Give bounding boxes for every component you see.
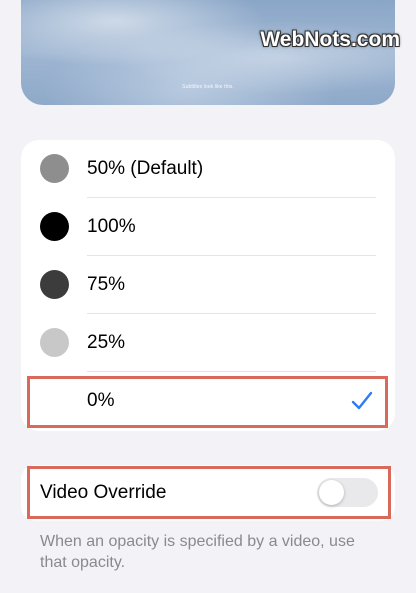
option-label: 75% <box>87 274 126 295</box>
option-25[interactable]: 25% <box>21 314 395 372</box>
preview-subtitle-text: Subtitles look like this. <box>182 84 234 90</box>
option-label: 100% <box>87 216 136 237</box>
toggle-knob <box>319 480 344 505</box>
option-0[interactable]: 0% <box>21 372 395 430</box>
option-75[interactable]: 75% <box>21 256 395 314</box>
option-50-default[interactable]: 50% (Default) <box>21 140 395 198</box>
video-override-footnote: When an opacity is specified by a video,… <box>40 533 355 571</box>
swatch-light-gray-icon <box>40 328 69 357</box>
video-override-row: Video Override <box>21 465 395 521</box>
option-label: 0% <box>87 390 115 411</box>
opacity-options-list: 50% (Default) 100% 75% 25% 0% <box>21 140 395 431</box>
subtitle-preview: Subtitles look like this. <box>21 0 395 105</box>
swatch-gray-icon <box>40 154 69 183</box>
option-100[interactable]: 100% <box>21 198 395 256</box>
video-override-label: Video Override <box>40 482 167 503</box>
checkmark-icon <box>351 391 373 410</box>
swatch-black-icon <box>40 212 69 241</box>
video-override-toggle[interactable] <box>317 478 378 507</box>
option-label: 25% <box>87 332 126 353</box>
option-label: 50% (Default) <box>87 158 204 179</box>
watermark-logo: WebNots.com <box>260 28 400 51</box>
swatch-dark-gray-icon <box>40 270 69 299</box>
